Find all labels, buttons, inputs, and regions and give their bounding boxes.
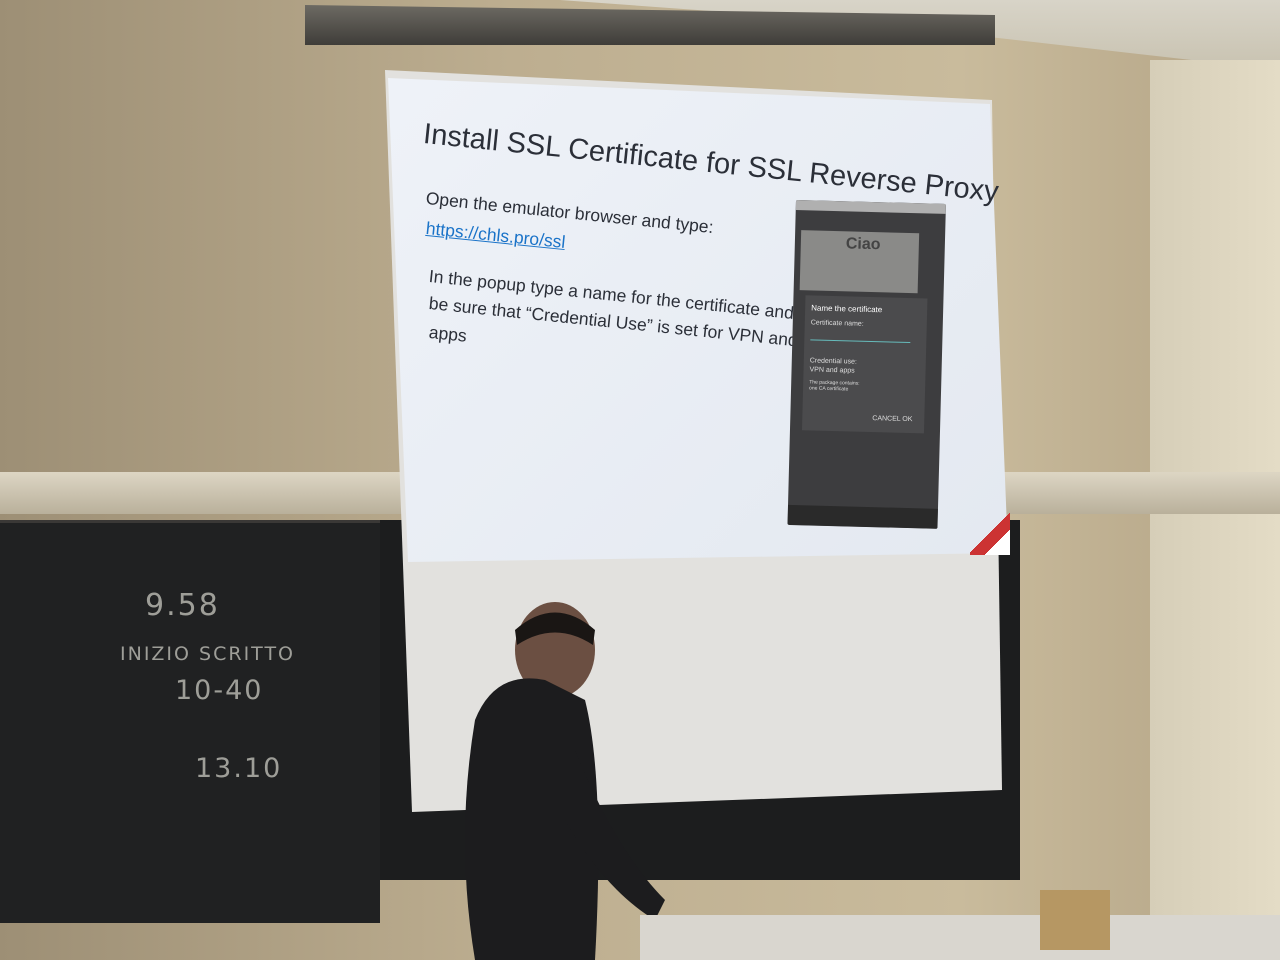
chalkboard: 9.58 INIZIO SCRITTO 10-40 13.10 [0,520,380,923]
dialog-title: Name the certificate [811,303,883,315]
chalk-text: 10-40 [175,675,264,706]
cardboard-box [1040,890,1110,950]
chalk-text: 9.58 [145,588,220,623]
slide-corner-decoration [970,510,1010,555]
android-nav-bar [787,504,938,529]
browser-page: Ciao [799,230,920,294]
presenter [465,602,665,960]
credential-label: Credential use: [809,357,857,366]
desk [640,915,1280,960]
certificate-dialog: Name the certificate Certificate name: C… [801,295,928,434]
chalk-text: 13.10 [195,753,283,784]
slide-line: apps [427,322,468,346]
emulator-screenshot: Ciao Name the certificate Certificate na… [787,200,946,529]
chalk-text: INIZIO SCRITTO [120,643,295,665]
dialog-note: The package contains: one CA certificate [808,379,860,393]
cancel-button[interactable]: CANCEL [872,415,901,423]
site-logo: Ciao [845,235,881,254]
certificate-name-input[interactable] [810,339,911,344]
field-label: Certificate name: [810,319,864,328]
credential-select[interactable]: VPN and apps [809,366,854,374]
ok-button[interactable]: OK [902,416,912,423]
